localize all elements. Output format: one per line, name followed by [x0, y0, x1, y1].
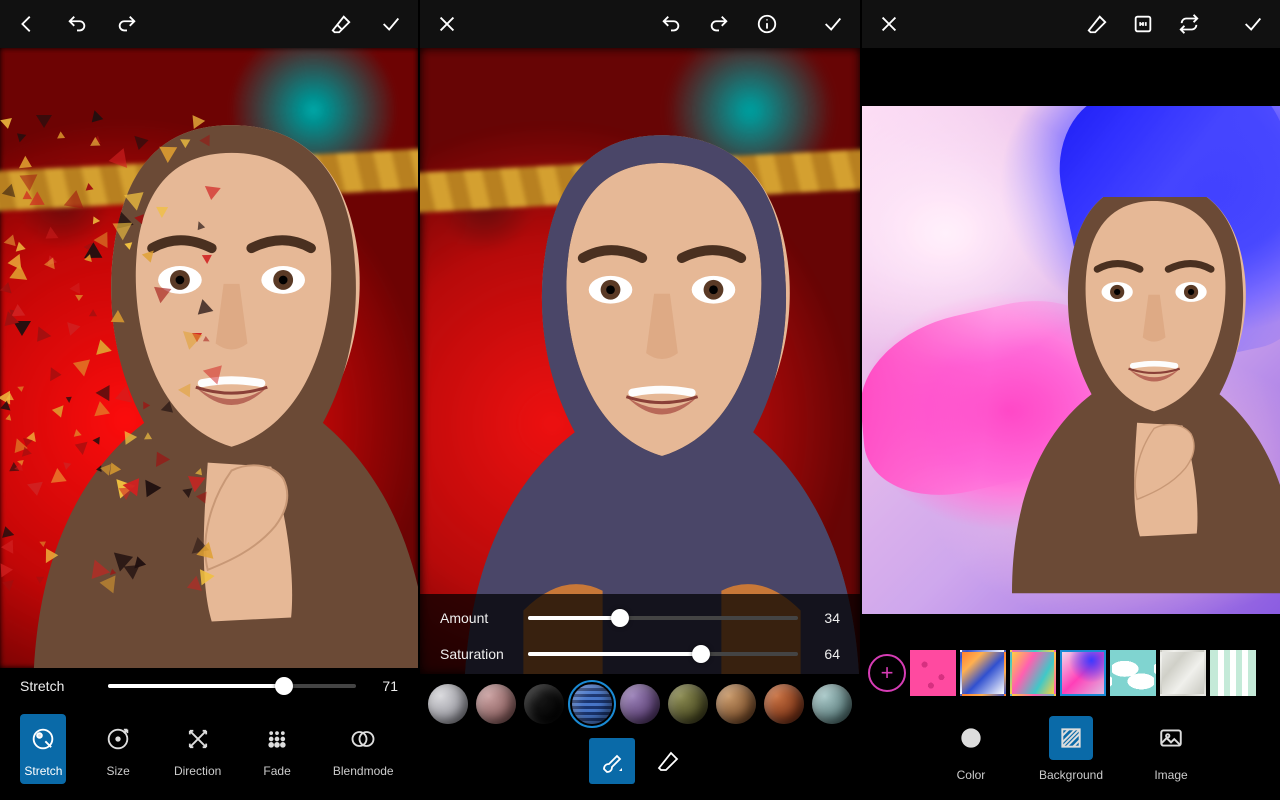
swatch-blue[interactable]	[572, 684, 612, 724]
tool-fade[interactable]: Fade	[254, 714, 300, 784]
topbar	[862, 0, 1280, 48]
amount-slider-row: Amount 34	[420, 600, 860, 636]
stretch-slider[interactable]	[108, 684, 356, 688]
effect-toolbar: Stretch Size Direction Fade Blendmode	[0, 704, 418, 800]
swatch-silver[interactable]	[428, 684, 468, 724]
hatch-icon	[1058, 725, 1084, 751]
eraser-icon[interactable]	[330, 13, 352, 35]
slider-label: Stretch	[20, 678, 94, 694]
redo-icon[interactable]	[708, 13, 730, 35]
close-icon[interactable]	[436, 13, 458, 35]
add-background-button[interactable]: +	[868, 654, 906, 692]
canvas[interactable]	[0, 48, 418, 668]
swatch-bronze[interactable]	[716, 684, 756, 724]
size-icon	[104, 725, 132, 753]
mode-color[interactable]: Color	[949, 716, 993, 782]
image-icon	[1158, 725, 1184, 751]
canvas[interactable]: Amount 34Saturation 64	[420, 48, 860, 674]
topbar	[0, 0, 418, 48]
swatch-purple[interactable]	[620, 684, 660, 724]
brush-button[interactable]	[589, 738, 635, 784]
topbar	[420, 0, 860, 48]
canvas[interactable]	[862, 106, 1280, 614]
amount-slider[interactable]	[528, 616, 798, 620]
undo-icon[interactable]	[660, 13, 682, 35]
saturation-slider[interactable]	[528, 652, 798, 656]
mode-background[interactable]: Background	[1039, 716, 1103, 782]
background-editor-panel: + Color Background Image	[862, 0, 1280, 800]
tool-size[interactable]: Size	[95, 714, 141, 784]
swatch-olive[interactable]	[668, 684, 708, 724]
undo-icon[interactable]	[66, 13, 88, 35]
apply-icon[interactable]	[1242, 13, 1264, 35]
close-icon[interactable]	[878, 13, 900, 35]
swatch-rose[interactable]	[476, 684, 516, 724]
swatch-copper[interactable]	[764, 684, 804, 724]
apply-icon[interactable]	[380, 13, 402, 35]
background-source-tabs: Color Background Image	[862, 704, 1280, 800]
blendmode-icon	[349, 725, 377, 753]
tool-stretch[interactable]: Stretch	[20, 714, 66, 784]
tool-direction[interactable]: Direction	[170, 714, 225, 784]
redo-icon[interactable]	[116, 13, 138, 35]
thumbnail-marble[interactable]	[1160, 650, 1206, 696]
aspect-icon[interactable]	[1132, 13, 1154, 35]
back-icon[interactable]	[16, 13, 38, 35]
eraser-button[interactable]	[645, 738, 691, 784]
thumbnail-pink-dots[interactable]	[910, 650, 956, 696]
fade-icon	[263, 725, 291, 753]
thumbnail-paint-pink-blue[interactable]	[1060, 650, 1106, 696]
stretch-icon	[29, 725, 57, 753]
direction-icon	[184, 725, 212, 753]
swatch-black[interactable]	[524, 684, 564, 724]
thumbnail-teal-clouds[interactable]	[1110, 650, 1156, 696]
brush-mode-row	[420, 730, 860, 800]
sliders-overlay: Amount 34Saturation 64	[420, 594, 860, 674]
background-thumbnails: +	[862, 642, 1280, 704]
thumbnail-paint-blue-orange[interactable]	[960, 650, 1006, 696]
swatch-teal[interactable]	[812, 684, 852, 724]
apply-icon[interactable]	[822, 13, 844, 35]
tool-blendmode[interactable]: Blendmode	[329, 714, 398, 784]
eraser-icon[interactable]	[1086, 13, 1108, 35]
saturation-slider-row: Saturation 64	[420, 636, 860, 672]
mode-image[interactable]: Image	[1149, 716, 1193, 782]
circle-fill-icon	[958, 725, 984, 751]
thumbnail-paint-yellow-pink[interactable]	[1010, 650, 1056, 696]
slider-value: 71	[370, 678, 398, 694]
stretch-slider-row: Stretch 71	[0, 668, 418, 704]
info-icon[interactable]	[756, 13, 778, 35]
thumbnail-mint-stripes[interactable]	[1210, 650, 1256, 696]
hair-color-editor-panel: Amount 34Saturation 64	[420, 0, 860, 800]
dispersion-editor-panel: Stretch 71 Stretch Size Direction Fade Blend…	[0, 0, 418, 800]
color-swatch-row	[420, 674, 860, 730]
swap-icon[interactable]	[1178, 13, 1200, 35]
